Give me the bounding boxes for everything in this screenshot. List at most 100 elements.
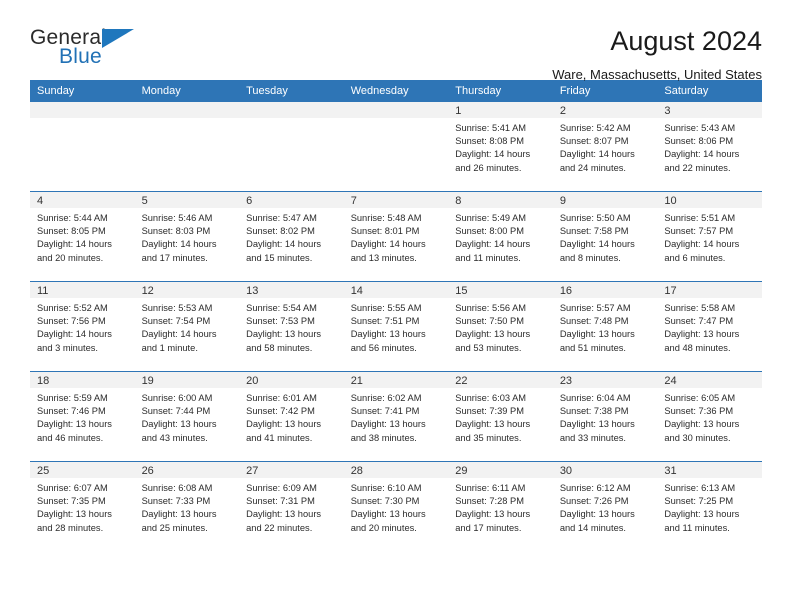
calendar-day-cell[interactable]: 8 Sunrise: 5:49 AM Sunset: 8:00 PM Daylight… [448,191,553,282]
calendar-day-cell[interactable]: 1 Sunrise: 5:41 AM Sunset: 8:08 PM Daylight… [448,102,553,192]
sunrise-text: Sunrise: 5:48 AM [350,213,422,223]
triangle-icon [102,29,134,48]
day-sun-info: Sunrise: 5:42 AM Sunset: 8:07 PM Daylight:… [553,118,658,175]
daylight-text-line2: and 8 minutes. [559,252,621,263]
calendar-day-cell[interactable]: 24 Sunrise: 6:05 AM Sunset: 7:36 PM Dayligh… [657,371,762,462]
sunrise-text: Sunrise: 6:07 AM [37,483,108,493]
day-sun-info: Sunrise: 5:53 AM Sunset: 7:54 PM Daylight:… [135,298,240,355]
sunrise-text: Sunrise: 6:10 AM [350,483,422,493]
day-sun-info: Sunrise: 5:50 AM Sunset: 7:58 PM Daylight:… [553,208,658,265]
day-number: 8 [448,192,553,208]
sunset-text: Sunset: 8:05 PM [37,226,106,237]
sunset-text: Sunset: 7:42 PM [246,406,315,417]
sunrise-text: Sunrise: 6:03 AM [455,393,527,403]
calendar-day-cell[interactable]: 19 Sunrise: 6:00 AM Sunset: 7:44 PM Dayligh… [134,371,240,462]
day-sun-info: Sunrise: 5:41 AM Sunset: 8:08 PM Daylight:… [448,118,553,175]
daylight-text-line2: and 22 minutes. [664,162,731,173]
daylight-text-line2: and 43 minutes. [141,432,208,443]
calendar-day-cell[interactable]: 9 Sunrise: 5:50 AM Sunset: 7:58 PM Daylight… [552,191,658,282]
day-number: 26 [134,462,240,478]
daylight-text-line2: and 26 minutes. [455,162,522,173]
calendar-day-cell[interactable]: 11 Sunrise: 5:52 AM Sunset: 7:56 PM Dayligh… [30,281,135,372]
calendar-day-cell[interactable]: 26 Sunrise: 6:08 AM Sunset: 7:33 PM Dayligh… [134,461,240,551]
general-blue-logo[interactable]: General Blue [30,26,142,74]
daylight-text-line2: and 14 minutes. [559,522,626,533]
calendar-day-cell[interactable]: 13 Sunrise: 5:54 AM Sunset: 7:53 PM Dayligh… [239,281,344,372]
daylight-text-line2: and 25 minutes. [141,522,208,533]
page-subtitle: Ware, Massachusetts, United States [552,67,762,82]
calendar-day-cell[interactable]: 4 Sunrise: 5:44 AM Sunset: 8:05 PM Daylight… [30,191,135,282]
day-sun-info: Sunrise: 5:48 AM Sunset: 8:01 PM Daylight:… [344,208,449,265]
daylight-text-line2: and 15 minutes. [246,252,313,263]
calendar-day-cell[interactable]: 17 Sunrise: 5:58 AM Sunset: 7:47 PM Dayligh… [657,281,762,372]
calendar-day-cell[interactable]: 3 Sunrise: 5:43 AM Sunset: 8:06 PM Daylight… [657,102,762,192]
sunrise-text: Sunrise: 5:55 AM [350,303,422,313]
calendar-day-cell[interactable]: 15 Sunrise: 5:56 AM Sunset: 7:50 PM Dayligh… [448,281,553,372]
calendar-day-cell[interactable]: 22 Sunrise: 6:03 AM Sunset: 7:39 PM Dayligh… [448,371,553,462]
calendar-day-cell[interactable]: 21 Sunrise: 6:02 AM Sunset: 7:41 PM Dayligh… [343,371,449,462]
daylight-text-line1: Daylight: 14 hours [141,239,217,250]
calendar-day-cell[interactable]: 2 Sunrise: 5:42 AM Sunset: 8:07 PM Daylight… [552,102,658,192]
daylight-text-line1: Daylight: 13 hours [141,509,217,520]
weekday-header-monday: Monday [134,80,240,102]
daylight-text-line2: and 24 minutes. [559,162,626,173]
calendar-day-cell[interactable]: 10 Sunrise: 5:51 AM Sunset: 7:57 PM Dayligh… [657,191,762,282]
daylight-text-line2: and 22 minutes. [246,522,313,533]
day-number: 19 [134,372,240,388]
daylight-text-line2: and 3 minutes. [37,342,98,353]
calendar-day-cell[interactable]: 27 Sunrise: 6:09 AM Sunset: 7:31 PM Dayligh… [239,461,344,551]
sunrise-text: Sunrise: 5:54 AM [246,303,317,313]
day-sun-info: Sunrise: 6:09 AM Sunset: 7:31 PM Daylight:… [239,478,344,535]
daylight-text-line1: Daylight: 14 hours [559,149,635,160]
day-sun-info: Sunrise: 6:05 AM Sunset: 7:36 PM Daylight:… [657,388,762,445]
calendar-day-cell[interactable]: 7 Sunrise: 5:48 AM Sunset: 8:01 PM Daylight… [343,191,449,282]
daylight-text-line1: Daylight: 13 hours [664,419,740,430]
day-sun-info: Sunrise: 5:58 AM Sunset: 7:47 PM Daylight:… [657,298,762,355]
daylight-text-line2: and 11 minutes. [664,522,730,533]
sunrise-text: Sunrise: 6:02 AM [350,393,422,403]
sunset-text: Sunset: 7:25 PM [664,496,734,507]
sunset-text: Sunset: 8:00 PM [455,226,524,237]
day-sun-info: Sunrise: 5:57 AM Sunset: 7:48 PM Daylight:… [553,298,658,355]
day-number: 25 [30,462,135,478]
sunset-text: Sunset: 7:46 PM [37,406,106,417]
calendar-day-cell[interactable]: 20 Sunrise: 6:01 AM Sunset: 7:42 PM Dayligh… [239,371,344,462]
daylight-text-line1: Daylight: 14 hours [664,149,740,160]
calendar-day-cell[interactable]: 28 Sunrise: 6:10 AM Sunset: 7:30 PM Dayligh… [343,461,449,551]
calendar-day-cell[interactable]: 5 Sunrise: 5:46 AM Sunset: 8:03 PM Daylight… [134,191,240,282]
daylight-text-line1: Daylight: 14 hours [455,149,531,160]
calendar-day-cell[interactable]: 30 Sunrise: 6:12 AM Sunset: 7:26 PM Dayligh… [552,461,658,551]
daylight-text-line1: Daylight: 13 hours [559,329,635,340]
sunrise-text: Sunrise: 5:59 AM [37,393,108,403]
day-number: 10 [657,192,762,208]
sunrise-text: Sunrise: 6:04 AM [559,393,631,403]
calendar-day-cell[interactable]: 12 Sunrise: 5:53 AM Sunset: 7:54 PM Dayligh… [134,281,240,372]
calendar-week-row: 11 Sunrise: 5:52 AM Sunset: 7:56 PM Dayligh… [30,281,762,372]
day-number: 9 [552,192,658,208]
calendar-day-cell[interactable]: 31 Sunrise: 6:13 AM Sunset: 7:25 PM Dayligh… [657,461,762,551]
day-sun-info: Sunrise: 6:01 AM Sunset: 7:42 PM Daylight:… [239,388,344,445]
sunset-text: Sunset: 7:33 PM [141,496,211,507]
calendar-day-cell[interactable]: 14 Sunrise: 5:55 AM Sunset: 7:51 PM Dayligh… [343,281,449,372]
daylight-text-line2: and 20 minutes. [37,252,104,263]
day-sun-info: Sunrise: 6:04 AM Sunset: 7:38 PM Daylight:… [553,388,658,445]
calendar-day-cell[interactable]: 23 Sunrise: 6:04 AM Sunset: 7:38 PM Dayligh… [552,371,658,462]
daylight-text-line1: Daylight: 13 hours [350,329,426,340]
day-sun-info: Sunrise: 6:12 AM Sunset: 7:26 PM Daylight:… [553,478,658,535]
sunset-text: Sunset: 7:51 PM [350,316,420,327]
calendar-week-row: 4 Sunrise: 5:44 AM Sunset: 8:05 PM Daylight… [30,191,762,282]
calendar-day-cell[interactable]: 25 Sunrise: 6:07 AM Sunset: 7:35 PM Dayligh… [30,461,135,551]
calendar-day-cell[interactable]: 18 Sunrise: 5:59 AM Sunset: 7:46 PM Dayligh… [30,371,135,462]
day-sun-info: Sunrise: 5:55 AM Sunset: 7:51 PM Daylight:… [344,298,449,355]
daylight-text-line2: and 13 minutes. [350,252,417,263]
sunset-text: Sunset: 7:57 PM [664,226,734,237]
sunset-text: Sunset: 7:41 PM [350,406,420,417]
day-number: 29 [448,462,553,478]
daylight-text-line1: Daylight: 14 hours [350,239,426,250]
day-sun-info: Sunrise: 6:10 AM Sunset: 7:30 PM Daylight:… [344,478,449,535]
calendar-day-cell[interactable]: 29 Sunrise: 6:11 AM Sunset: 7:28 PM Dayligh… [448,461,553,551]
calendar-day-cell[interactable]: 16 Sunrise: 5:57 AM Sunset: 7:48 PM Dayligh… [552,281,658,372]
day-number: 7 [343,192,449,208]
calendar-day-cell[interactable]: 6 Sunrise: 5:47 AM Sunset: 8:02 PM Daylight… [239,191,344,282]
daylight-text-line1: Daylight: 13 hours [350,509,426,520]
